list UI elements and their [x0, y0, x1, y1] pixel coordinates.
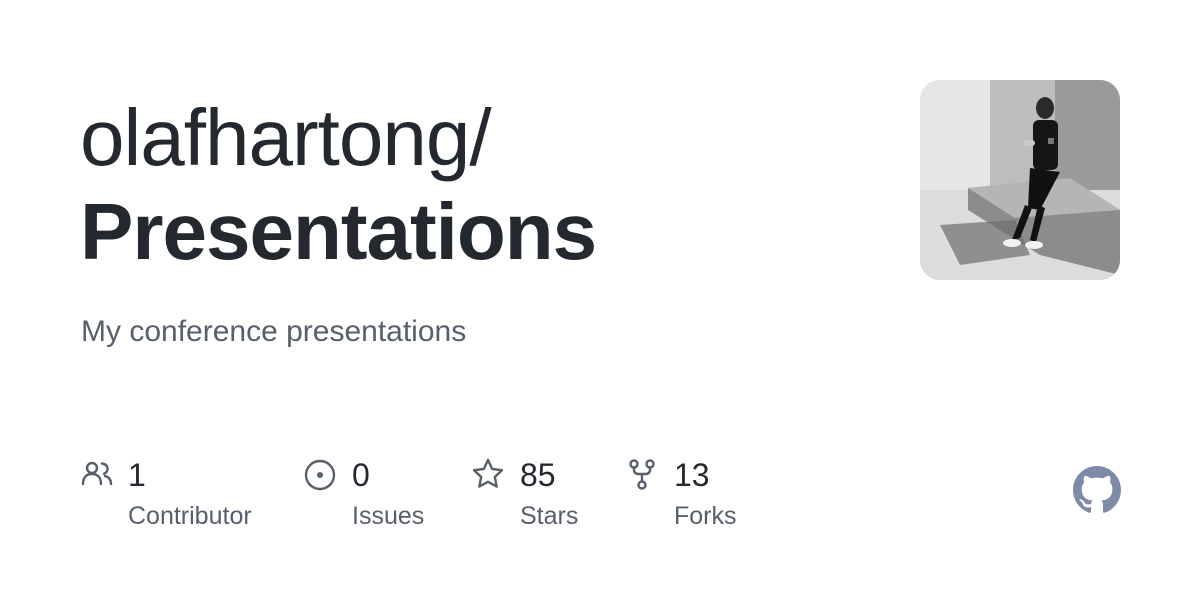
stars-label: Stars [520, 502, 579, 530]
github-icon[interactable] [1073, 466, 1121, 514]
forks-count: 13 [674, 457, 710, 493]
issue-icon [304, 459, 336, 491]
fork-icon [629, 459, 655, 490]
owner-avatar[interactable] [920, 80, 1120, 280]
issues-label: Issues [352, 502, 425, 530]
forks-label: Forks [674, 502, 737, 530]
star-icon [472, 458, 504, 488]
issues-count: 0 [352, 457, 370, 493]
stat-contributors[interactable]: 1 Contributor [80, 455, 280, 535]
repo-description: My conference presentations [81, 315, 467, 348]
stat-stars[interactable]: 85 Stars [471, 455, 601, 535]
people-icon [81, 461, 113, 486]
repo-name[interactable]: Presentations [80, 182, 597, 282]
contributor-label: Contributor [128, 502, 252, 530]
contributor-count: 1 [128, 457, 146, 493]
stat-forks[interactable]: 13 Forks [626, 455, 756, 535]
stat-issues[interactable]: 0 Issues [303, 455, 453, 535]
repo-owner[interactable]: olafhartong/ [80, 88, 492, 188]
stars-count: 85 [520, 457, 556, 493]
repo-social-card: olafhartong/ Presentations My conference… [0, 0, 1200, 600]
